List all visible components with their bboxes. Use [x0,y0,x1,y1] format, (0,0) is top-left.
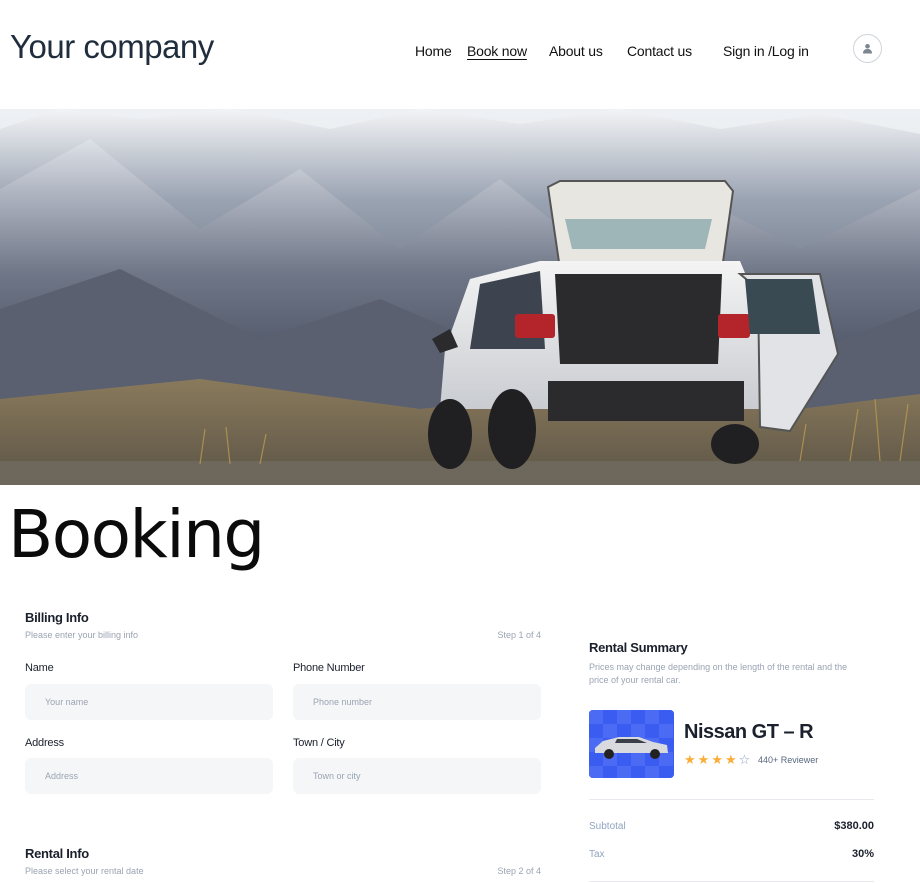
review-count: 440+ Reviewer [758,755,819,765]
summary-divider [589,799,874,800]
car-thumbnail [589,710,674,778]
tax-label: Tax [589,849,605,860]
address-field[interactable] [25,758,273,794]
rental-info-subtitle: Please select your rental date [25,866,144,876]
car-mountain-hero-illustration [0,109,920,485]
rating-stars: ★ ★ ★ ★ ☆ [684,752,750,767]
star-filled-icon: ★ [724,752,737,767]
nav-home[interactable]: Home [415,43,452,59]
site-header: Your company Home Book now About us Cont… [0,0,920,108]
billing-info-title: Billing Info [25,610,89,625]
phone-label: Phone Number [293,662,365,674]
subtotal-label: Subtotal [589,821,626,832]
car-name: Nissan GT – R [684,721,814,743]
user-icon [863,44,872,54]
billing-info-subtitle: Please enter your billing info [25,630,139,640]
nav-sign-in[interactable]: Sign in /Log in [723,43,809,59]
star-empty-icon: ☆ [738,752,751,767]
car-icon [589,710,674,778]
name-field[interactable] [25,684,273,720]
phone-field[interactable] [293,684,541,720]
user-avatar-button[interactable] [853,34,882,63]
address-label: Address [25,737,64,749]
hero-image [0,109,920,485]
nav-contact-us[interactable]: Contact us [627,43,692,59]
billing-step: Step 1 of 4 [497,630,541,640]
summary-divider-bottom [589,881,874,882]
rental-info-title: Rental Info [25,846,89,861]
tax-value: 30% [851,848,874,860]
star-filled-icon: ★ [697,752,710,767]
star-filled-icon: ★ [684,752,696,767]
page-title: Booking [8,496,265,573]
nav-about-us[interactable]: About us [549,43,603,59]
main-nav: Home Book now About us Contact us Sign i… [0,43,920,63]
rental-step: Step 2 of 4 [497,866,541,876]
city-label: Town / City [293,737,345,749]
name-label: Name [25,662,54,674]
subtotal-value: $380.00 [834,820,874,832]
city-field[interactable] [293,758,541,794]
nav-book-now[interactable]: Book now [467,43,527,59]
star-filled-icon: ★ [711,752,723,767]
rental-summary-title: Rental Summary [589,640,688,655]
rental-summary-description: Prices may change depending on the lengt… [589,662,848,685]
